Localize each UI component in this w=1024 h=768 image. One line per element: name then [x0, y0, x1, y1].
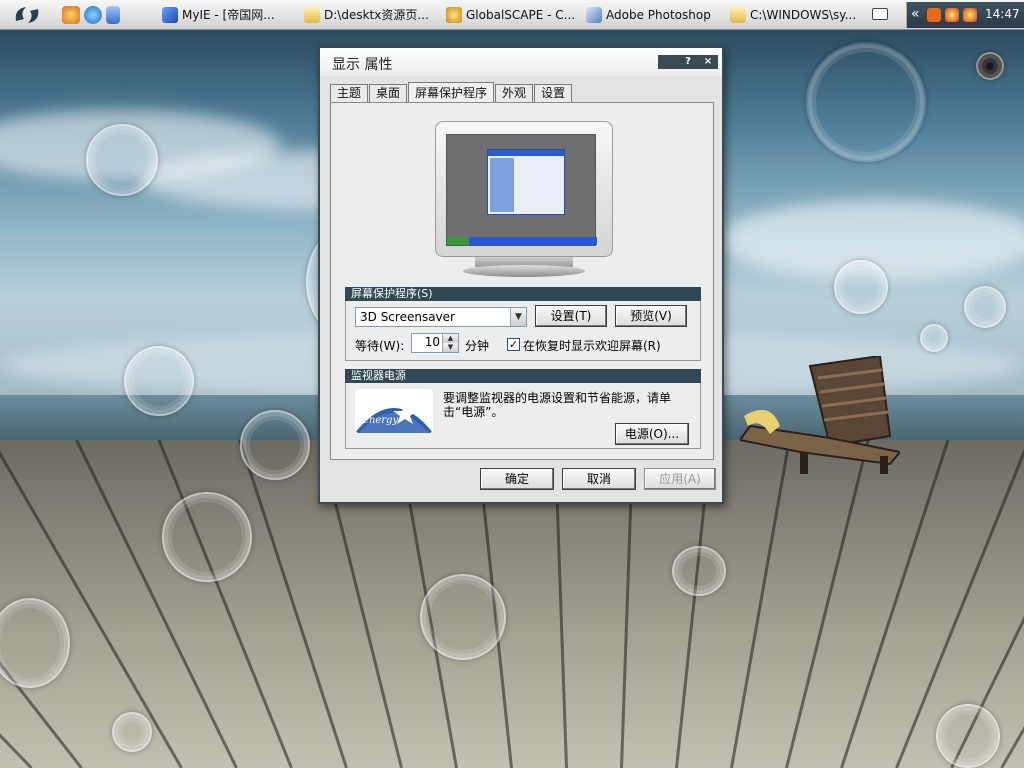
- power-description: 要调整监视器的电源设置和节省能源，请单击“电源”。: [443, 391, 672, 419]
- ripple-effect: [162, 492, 252, 582]
- show-desktop-icon[interactable]: [106, 6, 120, 24]
- start-button[interactable]: [10, 3, 44, 27]
- minutes-label: 分钟: [465, 339, 490, 353]
- ripple-effect: [964, 286, 1006, 328]
- tab-screensaver[interactable]: 屏幕保护程序: [408, 82, 495, 102]
- taskbar: MyIE - [帝国网... D:\desktx资源页... GlobalSCA…: [0, 0, 1024, 30]
- ripple-effect: [124, 346, 194, 416]
- help-button[interactable]: ?: [678, 55, 698, 69]
- monitor-base: [463, 265, 585, 277]
- chevron-left-icon[interactable]: «: [911, 6, 920, 22]
- deck-plank: [1000, 440, 1024, 768]
- folder-icon: [304, 7, 320, 23]
- taskbar-item-folder-desktx[interactable]: D:\desktx资源页...: [302, 3, 436, 27]
- close-button[interactable]: ×: [698, 55, 718, 69]
- spin-down-icon[interactable]: ▼: [442, 343, 458, 352]
- monitor-bezel: [435, 121, 613, 257]
- tray-app-icon[interactable]: [927, 8, 941, 22]
- spin-up-icon[interactable]: ▲: [442, 334, 458, 343]
- screensaver-settings-button[interactable]: 设置(T): [535, 305, 607, 327]
- resume-welcome-checkbox[interactable]: ✓: [507, 338, 520, 351]
- taskbar-item-globalscape[interactable]: GlobalSCAPE - C...: [444, 3, 574, 27]
- taskbar-item-label: Adobe Photoshop: [606, 8, 711, 22]
- taskbar-item-label: GlobalSCAPE - C...: [466, 8, 574, 22]
- monitor-preview: [435, 121, 613, 281]
- deck-plank: [785, 440, 890, 768]
- tab-strip: 主题 桌面 屏幕保护程序 外观 设置: [330, 82, 573, 102]
- photoshop-icon: [586, 7, 602, 23]
- taskbar-item-label: D:\desktx资源页...: [324, 8, 429, 22]
- preview-window-sidebar: [490, 158, 514, 212]
- resume-welcome-label[interactable]: 在恢复时显示欢迎屏幕(R): [523, 337, 661, 354]
- dialog-titlebar[interactable]: 显示 属性 ? ×: [320, 48, 722, 76]
- screensaver-preview-button[interactable]: 预览(V): [615, 305, 687, 327]
- ripple-effect: [806, 42, 926, 162]
- cancel-button[interactable]: 取消: [562, 468, 636, 490]
- tab-settings[interactable]: 设置: [534, 84, 573, 102]
- ie-browser-icon[interactable]: [84, 6, 102, 24]
- wait-minutes-spinner[interactable]: 10 ▲ ▼: [411, 333, 459, 353]
- clock[interactable]: 14:47: [985, 7, 1020, 21]
- taskbar-item-myie[interactable]: MyIE - [帝国网...: [160, 3, 290, 27]
- ripple-effect: [672, 546, 726, 596]
- keyboard-icon[interactable]: [872, 8, 888, 20]
- taskbar-item-label: C:\WINDOWS\sy...: [750, 8, 857, 22]
- screensaver-group-label: 屏幕保护程序(S): [345, 287, 701, 301]
- ok-button[interactable]: 确定: [480, 468, 554, 490]
- screensaver-panel: 屏幕保护程序(S) 3D Screensaver ▼ 设置(T) 预览(V) 等…: [330, 102, 714, 460]
- taskbar-item-photoshop[interactable]: Adobe Photoshop: [584, 3, 718, 27]
- display-properties-dialog: 显示 属性 ? × 主题 桌面 屏幕保护程序 外观 设置 屏幕保护程序(S) 3…: [318, 46, 724, 504]
- preview-start-button: [447, 237, 469, 245]
- qq-icon[interactable]: [945, 8, 959, 22]
- system-tray: « 14:47: [906, 2, 1024, 28]
- qq-icon[interactable]: [963, 8, 977, 22]
- beach-chair-image: [740, 356, 900, 474]
- tab-appearance[interactable]: 外观: [495, 84, 534, 102]
- monitor-power-group-label: 监视器电源: [345, 369, 701, 383]
- ripple-effect: [86, 124, 158, 196]
- ripple-effect: [936, 704, 1000, 768]
- dialog-title: 显示 属性: [332, 57, 393, 73]
- ripple-effect: [976, 52, 1004, 80]
- screensaver-select-value: 3D Screensaver: [360, 310, 455, 324]
- energy-star-logo-text: energy: [363, 415, 398, 426]
- energy-star-logo: energy: [355, 389, 433, 433]
- screensaver-select[interactable]: 3D Screensaver ▼: [355, 307, 527, 327]
- deck-plank: [730, 440, 806, 768]
- tab-themes[interactable]: 主题: [330, 84, 369, 102]
- firefox-icon[interactable]: [62, 6, 80, 24]
- wait-minutes-value: 10: [424, 335, 440, 349]
- ripple-effect: [834, 260, 888, 314]
- chevron-down-icon[interactable]: ▼: [510, 308, 526, 326]
- taskbar-item-label: MyIE - [帝国网...: [182, 8, 275, 22]
- folder-icon: [730, 7, 746, 23]
- monitor-screen: [446, 134, 597, 246]
- apply-button[interactable]: 应用(A): [644, 468, 716, 490]
- ripple-effect: [920, 324, 948, 352]
- ftp-icon: [446, 7, 462, 23]
- taskbar-item-windows-folder[interactable]: C:\WINDOWS\sy...: [728, 3, 862, 27]
- preview-taskbar: [447, 237, 597, 245]
- ripple-effect: [112, 712, 152, 752]
- browser-icon: [162, 7, 178, 23]
- tab-desktop[interactable]: 桌面: [369, 84, 408, 102]
- ripple-effect: [420, 574, 506, 660]
- preview-window: [487, 149, 565, 215]
- titlebar-controls: ? ×: [658, 55, 718, 69]
- ripple-effect: [240, 410, 310, 480]
- preview-window-titlebar: [488, 150, 564, 156]
- power-button[interactable]: 电源(O)...: [615, 423, 689, 445]
- wait-label: 等待(W):: [355, 339, 405, 353]
